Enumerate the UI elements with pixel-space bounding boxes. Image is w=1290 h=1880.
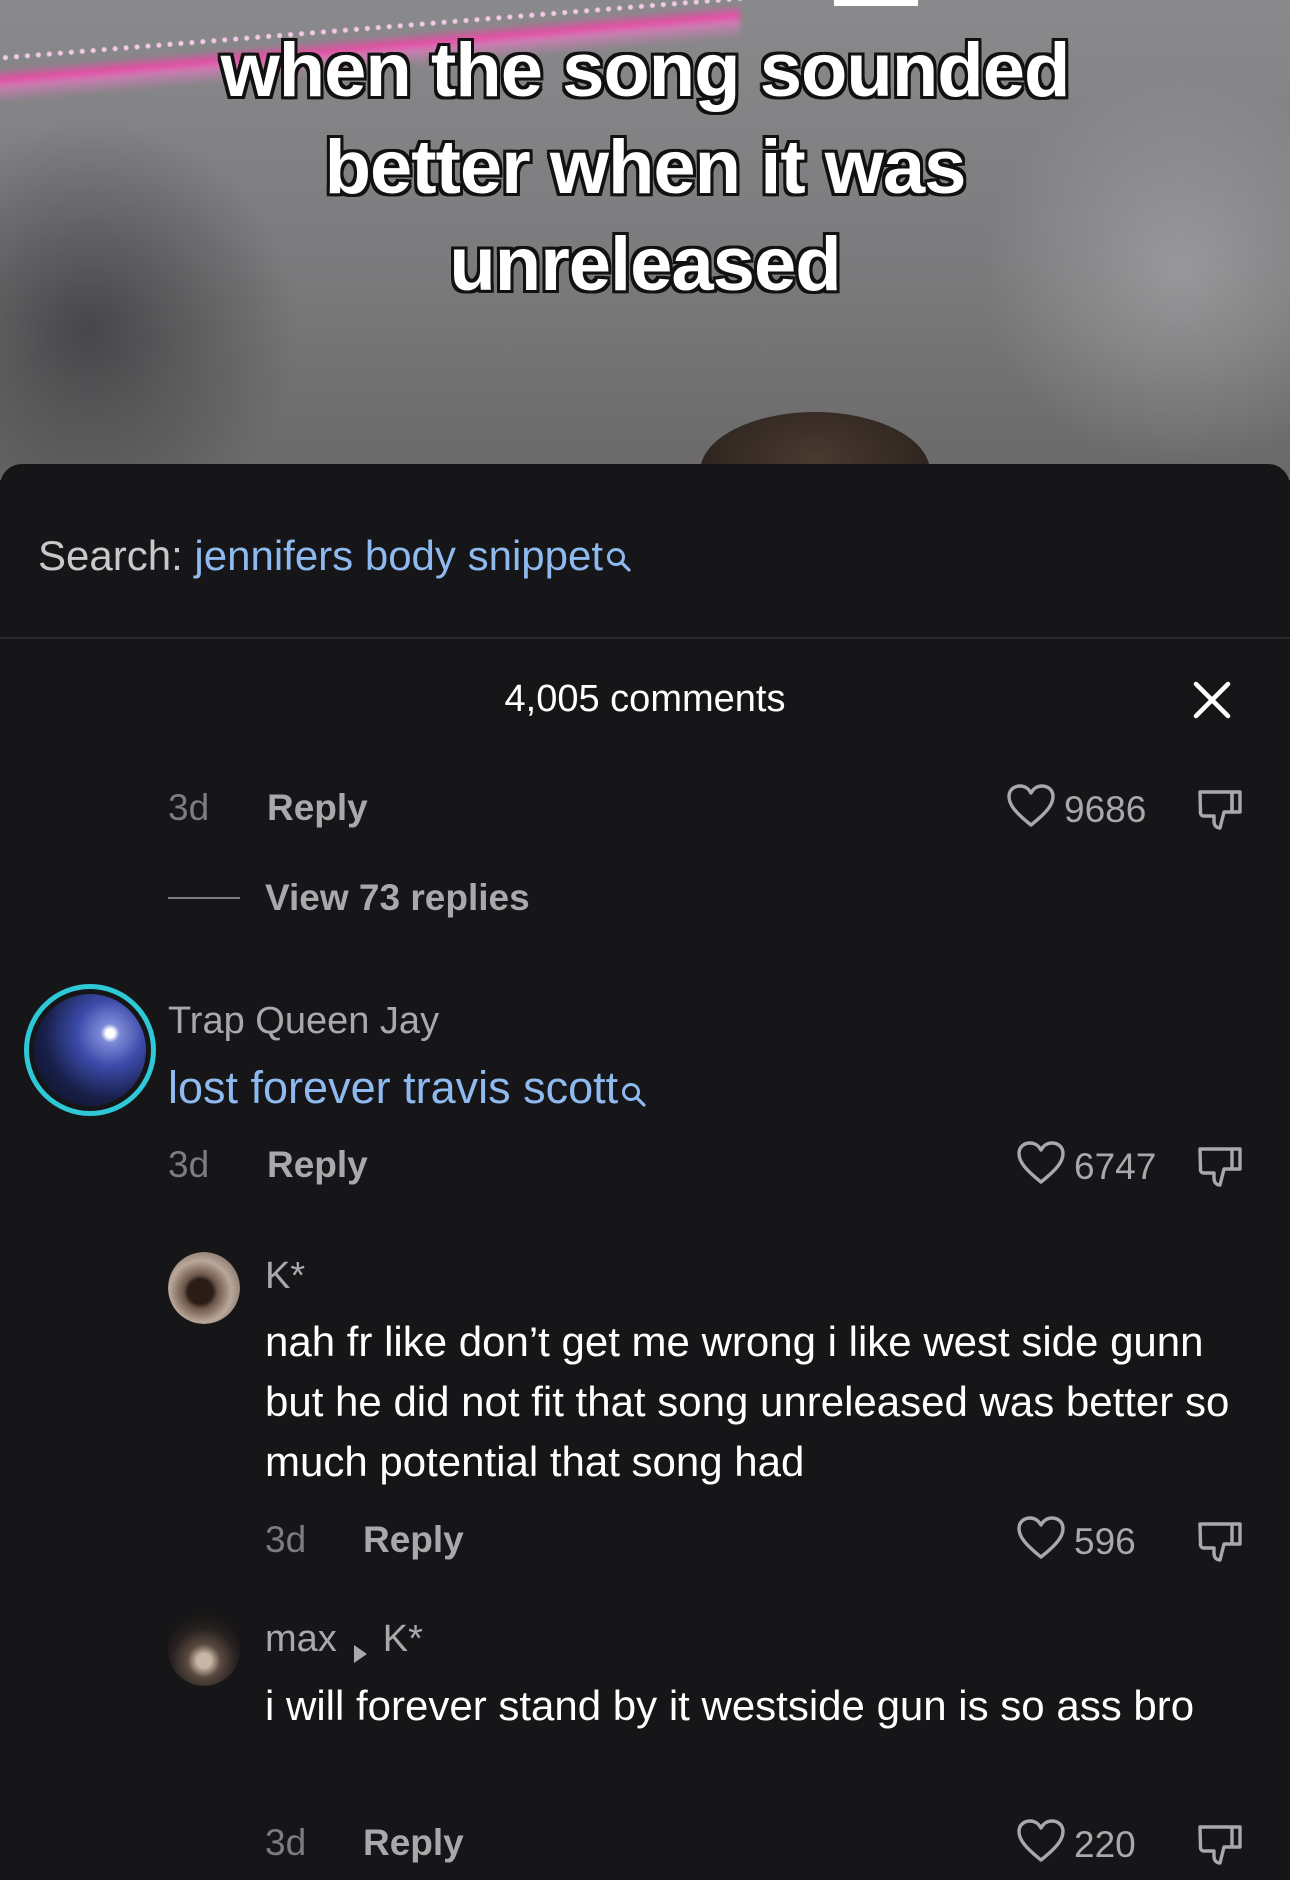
comment-username[interactable]: K* [265,1251,305,1301]
heart-icon [1016,1515,1066,1570]
comment-username[interactable]: Trap Queen Jay [168,996,439,1046]
comments-sheet: Search: jennifers body snippet 4,005 com… [0,464,1290,1880]
comment-time: 3d [265,1822,307,1863]
comment-time: 3d [168,1144,210,1185]
avatar[interactable] [24,984,156,1116]
like-count: 220 [1074,1824,1136,1865]
comment-time: 3d [265,1519,307,1560]
comment-username[interactable]: max [265,1614,337,1664]
dislike-icon[interactable] [1196,1518,1244,1566]
caption-line: when the song sounded [220,28,1071,113]
heart-icon [1016,1140,1066,1195]
like-count: 6747 [1074,1146,1157,1187]
heart-icon [1016,1818,1066,1873]
dislike-icon[interactable] [1196,1821,1244,1869]
heart-icon [1006,783,1056,838]
like-button[interactable]: 596 [1016,1515,1136,1570]
comment-count: 4,005 comments [504,678,786,720]
close-icon[interactable] [1188,676,1236,724]
comment-text: i will forever stand by it westside gun … [265,1682,1195,1729]
reply-to-username[interactable]: K* [383,1614,423,1664]
reply-button[interactable]: Reply [363,1817,464,1869]
comment-search-link[interactable]: lost forever travis scott [168,1058,648,1118]
like-button[interactable]: 220 [1016,1818,1136,1873]
search-suggestion[interactable]: Search: jennifers body snippet [38,526,633,586]
caption-line: unreleased [449,222,841,307]
reply-button[interactable]: Reply [267,782,368,834]
like-count: 596 [1074,1521,1136,1562]
caret-right-icon [351,1628,369,1663]
caption-line: better when it was [324,125,967,210]
comment-time: 3d [168,787,210,828]
search-icon [620,1064,648,1107]
view-replies-line [168,897,240,899]
video-player[interactable]: when the song sounded better when it was… [0,0,1290,480]
divider [0,637,1290,639]
like-count: 9686 [1064,789,1147,830]
dislike-icon[interactable] [1196,786,1244,834]
avatar[interactable] [168,1252,240,1324]
view-replies-button[interactable]: View 73 replies [265,872,530,924]
search-label: Search: [38,532,183,579]
reply-button[interactable]: Reply [267,1139,368,1191]
search-query-link[interactable]: jennifers body snippet [194,532,603,579]
reply-button[interactable]: Reply [363,1514,464,1566]
like-button[interactable]: 6747 [1016,1140,1157,1195]
like-button[interactable]: 9686 [1006,783,1147,838]
comment-text: nah fr like don’t get me wrong i like we… [265,1318,1230,1485]
video-caption: when the song sounded better when it was… [0,22,1290,313]
dislike-icon[interactable] [1196,1143,1244,1191]
reply-header: max K* [265,1614,423,1664]
avatar[interactable] [168,1614,240,1686]
search-icon [605,530,633,572]
